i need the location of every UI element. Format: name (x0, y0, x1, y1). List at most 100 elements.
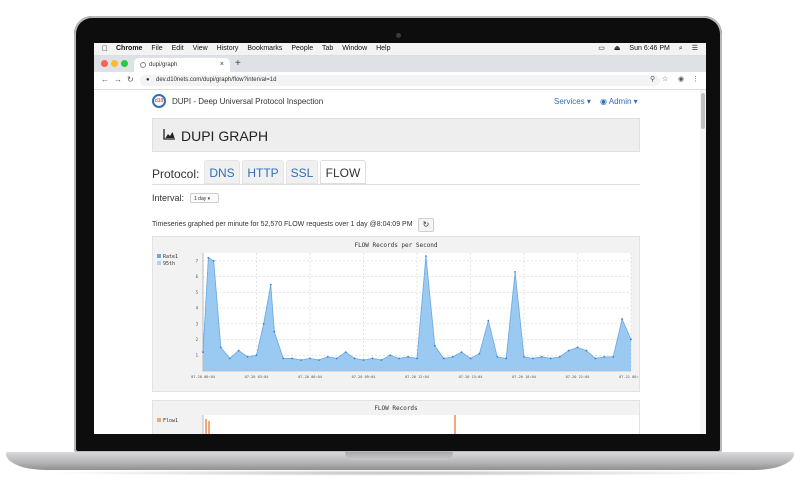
brand-name[interactable]: DUPI - Deep Universal Protocol Inspectio… (172, 97, 323, 106)
address-bar[interactable]: ● dev.d10nets.com/dupi/graph/flow?interv… (140, 75, 660, 86)
menubar-status: ▭ ⏏ Sun 6:46 PM ⌕ ☰ (591, 43, 698, 55)
data-point (262, 322, 265, 325)
lock-icon[interactable]: ● (146, 75, 150, 86)
menu-tab[interactable]: Tab (322, 45, 333, 52)
tab-flow[interactable]: FLOW (320, 160, 366, 184)
refresh-icon: ↻ (422, 220, 430, 229)
data-point (398, 357, 401, 360)
data-point (576, 346, 579, 349)
browser-tab-title: dupi/graph (149, 62, 178, 68)
menu-history[interactable]: History (217, 45, 239, 52)
data-point (523, 355, 525, 358)
page-scrollbar[interactable] (700, 90, 706, 434)
data-point (532, 357, 534, 360)
interval-select[interactable]: 1 day ▾ (190, 193, 219, 203)
browser-toolbar: ← → ↻ ● dev.d10nets.com/dupi/graph/flow?… (94, 72, 706, 90)
chart-title: FLOW Records per Second (354, 242, 437, 249)
scrollbar-thumb[interactable] (701, 93, 705, 129)
data-point (612, 355, 615, 358)
x-tick-label: 07-20 06:04 (298, 375, 322, 379)
battery-icon[interactable]: ▭ (598, 45, 605, 52)
control-center-icon[interactable]: ☰ (692, 45, 698, 52)
chart-flow-records: FLOW Records Flow1 (152, 400, 640, 434)
interval-select-value: 1 day (194, 196, 207, 202)
legend-95th[interactable]: 95th (163, 261, 175, 267)
address-url[interactable]: dev.d10nets.com/dupi/graph/flow?interval… (156, 75, 276, 86)
bookmark-star-icon[interactable]: ☆ (662, 75, 668, 83)
y-tick-label: 2 (196, 337, 199, 342)
menu-window[interactable]: Window (342, 45, 367, 52)
profile-icon[interactable]: ◉ (678, 75, 684, 83)
data-point (567, 349, 570, 352)
y-tick-label: 1 (196, 353, 199, 358)
admin-menu[interactable]: ◉ Admin ▾ (600, 97, 638, 106)
menu-file[interactable]: File (151, 45, 162, 52)
tab-http[interactable]: HTTP (242, 160, 284, 184)
menu-app-name[interactable]: Chrome (116, 45, 142, 52)
menu-help[interactable]: Help (376, 45, 390, 52)
data-point (273, 330, 276, 333)
data-point (353, 357, 356, 360)
data-point (335, 357, 338, 360)
data-point (202, 351, 204, 354)
window-close-button[interactable] (101, 60, 108, 67)
laptop-notch (345, 452, 453, 460)
data-point (380, 359, 383, 361)
data-point (558, 355, 561, 358)
window-maximize-button[interactable] (121, 60, 128, 67)
reload-icon[interactable]: ↻ (127, 75, 134, 84)
menu-people[interactable]: People (291, 45, 313, 52)
more-menu-icon[interactable]: ⋮ (692, 75, 699, 83)
apple-icon[interactable]:  (102, 43, 108, 55)
data-point (442, 357, 445, 360)
macos-menubar:  Chrome File Edit View History Bookmark… (94, 43, 706, 56)
data-point (630, 338, 632, 341)
tab-close-icon[interactable]: × (220, 58, 224, 72)
menu-view[interactable]: View (193, 45, 208, 52)
chart-title: FLOW Records (374, 405, 418, 412)
legend-rate1[interactable]: Rate1 (163, 254, 178, 260)
x-axis-ticks: 07-20 00:04 07-20 03:04 07-20 06:04 07-20 0… (191, 375, 639, 379)
tab-ssl[interactable]: SSL (286, 160, 318, 184)
eject-icon[interactable]: ⏏ (614, 45, 621, 52)
data-point (514, 270, 516, 273)
plot-area (203, 415, 639, 434)
data-point (451, 355, 454, 358)
browser-tab[interactable]: dupi/graph × (134, 58, 230, 72)
new-tab-button[interactable]: + (235, 57, 241, 71)
window-minimize-button[interactable] (111, 60, 118, 67)
web-page: d10 DUPI - Deep Universal Protocol Inspe… (94, 90, 706, 434)
data-point (505, 357, 508, 360)
laptop-shadow (40, 470, 760, 476)
services-menu[interactable]: Services ▾ (554, 97, 591, 106)
flow-bar (205, 419, 207, 434)
x-tick-label: 07-20 12:04 (405, 375, 429, 379)
data-point (318, 359, 320, 361)
x-tick-label: 07-20 00:04 (191, 375, 215, 379)
menu-edit[interactable]: Edit (172, 45, 184, 52)
zoom-icon[interactable]: ⚲ (650, 75, 655, 83)
protocol-label: Protocol: (152, 167, 200, 181)
refresh-button[interactable]: ↻ (418, 218, 434, 232)
data-point (460, 351, 463, 354)
y-axis-ticks: 1 2 3 4 5 6 7 (196, 258, 199, 357)
menubar-clock[interactable]: Sun 6:46 PM (629, 45, 669, 52)
menu-bookmarks[interactable]: Bookmarks (247, 45, 282, 52)
data-point (362, 359, 365, 361)
data-point (326, 355, 329, 358)
admin-menu-label: Admin ▾ (608, 97, 638, 106)
spotlight-icon[interactable]: ⌕ (679, 45, 683, 52)
data-point (416, 357, 418, 360)
back-arrow-icon[interactable]: ← (101, 75, 109, 84)
forward-arrow-icon[interactable]: → (114, 75, 122, 84)
legend-flow1[interactable]: Flow1 (163, 418, 178, 424)
data-point (585, 349, 588, 352)
data-point (300, 359, 302, 361)
tab-divider (152, 184, 640, 185)
tab-dns[interactable]: DNS (204, 160, 240, 184)
menubar-menus: Chrome File Edit View History Bookmarks … (116, 43, 398, 55)
flow-bar (208, 421, 210, 434)
brand-logo[interactable]: d10 (152, 94, 166, 108)
data-point (603, 355, 606, 358)
data-point (496, 355, 499, 358)
